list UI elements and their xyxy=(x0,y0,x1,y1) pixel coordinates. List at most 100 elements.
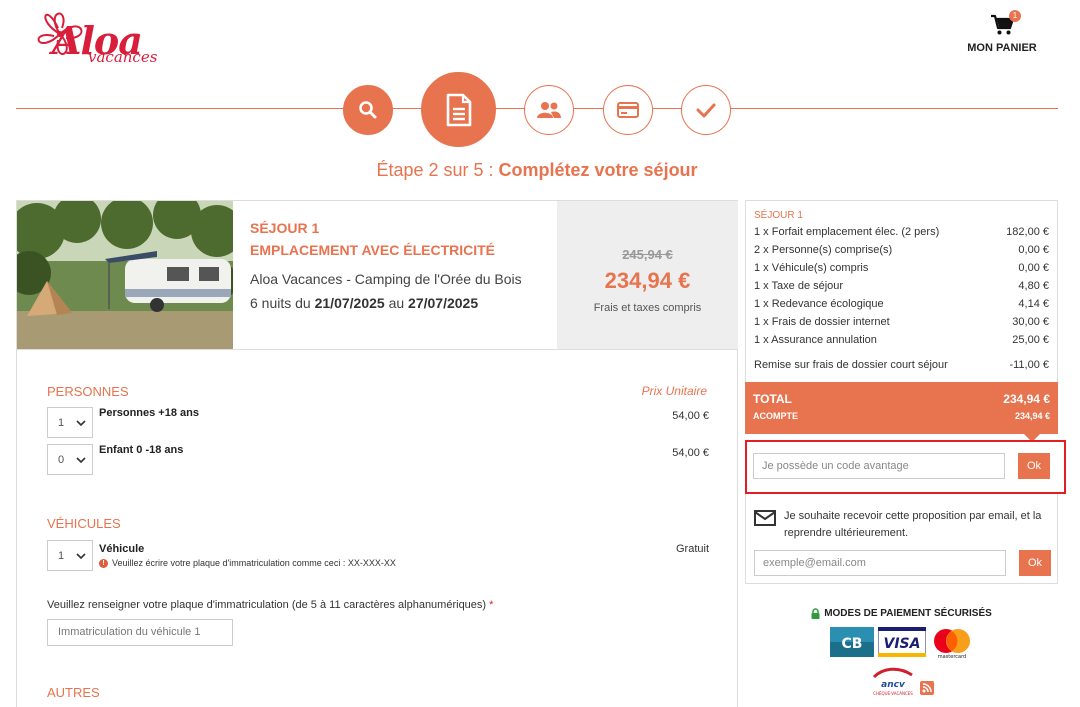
visa-logo: VISA xyxy=(877,627,926,657)
row-price: 54,00 € xyxy=(672,410,709,422)
line-label: 1 x Redevance écologique xyxy=(754,298,884,310)
line-value: 182,00 € xyxy=(1006,226,1049,238)
line-value: 0,00 € xyxy=(1018,262,1049,274)
line-value: 30,00 € xyxy=(1012,316,1049,328)
summary-line: 1 x Forfait emplacement élec. (2 pers) 18… xyxy=(754,223,1049,241)
line-value: 0,00 € xyxy=(1018,244,1049,256)
stay-info: SÉJOUR 1 EMPLACEMENT AVEC ÉLECTRICITÉ Al… xyxy=(250,217,570,311)
envelope-icon xyxy=(754,510,776,526)
line-value: 4,80 € xyxy=(1018,280,1049,292)
line-label: 1 x Frais de dossier internet xyxy=(754,316,890,328)
campsite-photo xyxy=(17,201,233,349)
price-box: 245,94 € 234,94 € Frais et taxes compris xyxy=(557,201,738,349)
row-label: Véhicule xyxy=(99,543,145,555)
email-ok-button[interactable]: Ok xyxy=(1019,550,1051,576)
check-icon xyxy=(696,103,716,118)
cart-button[interactable]: 1 MON PANIER xyxy=(962,10,1042,54)
ancv-logo: ancv CHÈQUE-VACANCES xyxy=(872,667,913,696)
ancv-sub-text: CHÈQUE-VACANCES xyxy=(873,691,913,696)
person-row-child: 0 Enfant 0 -18 ans 54,00 € xyxy=(47,444,709,476)
row-label: Personnes +18 ans xyxy=(99,407,199,419)
total-value: 234,94 € xyxy=(1003,392,1050,406)
plate-input[interactable]: Immatriculation du véhicule 1 xyxy=(47,619,233,646)
email-input[interactable]: exemple@email.com xyxy=(754,550,1006,576)
line-label: Remise sur frais de dossier court séjour xyxy=(754,359,948,371)
visa-text: VISA xyxy=(883,636,920,652)
date-from: 21/07/2025 xyxy=(314,295,385,311)
lock-icon xyxy=(811,608,820,619)
step-participants[interactable] xyxy=(524,85,574,135)
search-icon xyxy=(359,101,377,119)
step-payment[interactable] xyxy=(603,85,653,135)
vehicle-quantity-select[interactable]: 1 xyxy=(47,540,93,571)
price-note: Frais et taxes compris xyxy=(593,302,702,314)
logo-subtitle: vacances xyxy=(88,48,158,66)
chevron-down-icon xyxy=(76,419,86,426)
promo-ok-button[interactable]: Ok xyxy=(1018,453,1050,479)
unit-price-header: Prix Unitaire xyxy=(641,384,707,398)
summary-line: 1 x Véhicule(s) compris 0,00 € xyxy=(754,259,1049,277)
step-search[interactable] xyxy=(343,85,393,135)
line-label: 1 x Forfait emplacement élec. (2 pers) xyxy=(754,226,940,238)
line-label: 1 x Taxe de séjour xyxy=(754,280,844,292)
aloa-vacances-logo[interactable]: Aloa vacances xyxy=(30,4,160,68)
new-price: 234,94 € xyxy=(604,268,691,293)
vehicles-title: VÉHICULES xyxy=(47,516,121,531)
plate-warning: ! Veuillez écrire votre plaque d'immatri… xyxy=(99,558,396,568)
dates-mid: au xyxy=(384,295,409,311)
cart-count-badge: 1 xyxy=(1009,10,1021,22)
mastercard-logo: mastercard xyxy=(933,629,970,659)
rss-icon xyxy=(919,681,934,695)
payment-card-icon xyxy=(617,102,639,118)
step-title: Étape 2 sur 5 : Complétez votre séjour xyxy=(0,160,1074,181)
qty-value: 0 xyxy=(58,453,65,466)
summary-panel: SÉJOUR 1 1 x Forfait emplacement élec. (… xyxy=(745,200,1066,696)
step-title-prefix: Étape 2 sur 5 : xyxy=(376,160,499,180)
cb-card-logo: CB xyxy=(829,627,874,657)
line-label: 2 x Personne(s) comprise(s) xyxy=(754,244,893,256)
divider xyxy=(17,349,737,350)
adult-quantity-select[interactable]: 1 xyxy=(47,407,93,438)
chevron-down-icon xyxy=(76,552,86,559)
ancv-row: ancv CHÈQUE-VACANCES xyxy=(745,665,1058,697)
plate-label-text: Veuillez renseigner votre plaque d'immat… xyxy=(47,599,487,611)
row-price: Gratuit xyxy=(675,543,709,555)
total-row: TOTAL 234,94 € xyxy=(753,392,1050,406)
email-opt-in-text: Je souhaite recevoir cette proposition p… xyxy=(784,510,1042,539)
payment-title: MODES DE PAIEMENT SÉCURISÉS xyxy=(745,608,1058,619)
others-title: AUTRES xyxy=(47,685,100,700)
person-row-adult: 1 Personnes +18 ans 54,00 € xyxy=(47,407,709,439)
line-label: 1 x Véhicule(s) compris xyxy=(754,262,869,274)
row-price: 54,00 € xyxy=(672,447,709,459)
promo-code-input[interactable]: Je possède un code avantage xyxy=(753,453,1005,479)
users-icon xyxy=(537,102,561,118)
document-icon xyxy=(446,93,471,126)
cart-icon: 1 xyxy=(989,10,1021,38)
payment-title-text: MODES DE PAIEMENT SÉCURISÉS xyxy=(824,608,992,619)
warning-icon: ! xyxy=(99,558,108,568)
summary-line: 1 x Taxe de séjour 4,80 € xyxy=(754,277,1049,295)
stay-panel: SÉJOUR 1 EMPLACEMENT AVEC ÉLECTRICITÉ Al… xyxy=(16,200,738,707)
persons-title: PERSONNES xyxy=(47,384,129,399)
summary-line: 1 x Redevance écologique 4,14 € xyxy=(754,295,1049,313)
dates-prefix: 6 nuits du xyxy=(250,295,315,311)
step-title-main: Complétez votre séjour xyxy=(498,160,698,180)
promo-code-block: Je possède un code avantage Ok xyxy=(745,440,1066,494)
cart-label: MON PANIER xyxy=(967,42,1037,54)
child-quantity-select[interactable]: 0 xyxy=(47,444,93,475)
total-box: TOTAL 234,94 € ACOMPTE 234,94 € xyxy=(745,382,1058,442)
stay-type: EMPLACEMENT AVEC ÉLECTRICITÉ xyxy=(250,242,496,258)
stay-dates: 6 nuits du 21/07/2025 au 27/07/2025 xyxy=(250,295,570,311)
mastercard-text: mastercard xyxy=(937,654,965,659)
plate-label: Veuillez renseigner votre plaque d'immat… xyxy=(47,599,493,611)
discount-line: Remise sur frais de dossier court séjour… xyxy=(754,356,1049,374)
line-label: 1 x Assurance annulation xyxy=(754,334,877,346)
deposit-label: ACOMPTE xyxy=(753,411,798,421)
stay-label: SÉJOUR 1 xyxy=(250,220,320,236)
campsite-name: Aloa Vacances - Camping de l'Orée du Boi… xyxy=(250,271,522,287)
required-marker: * xyxy=(489,599,494,611)
total-label: TOTAL xyxy=(753,392,792,406)
warning-text: Veuillez écrire votre plaque d'immatricu… xyxy=(112,558,396,568)
step-confirmation[interactable] xyxy=(681,85,731,135)
step-details[interactable] xyxy=(421,72,496,147)
